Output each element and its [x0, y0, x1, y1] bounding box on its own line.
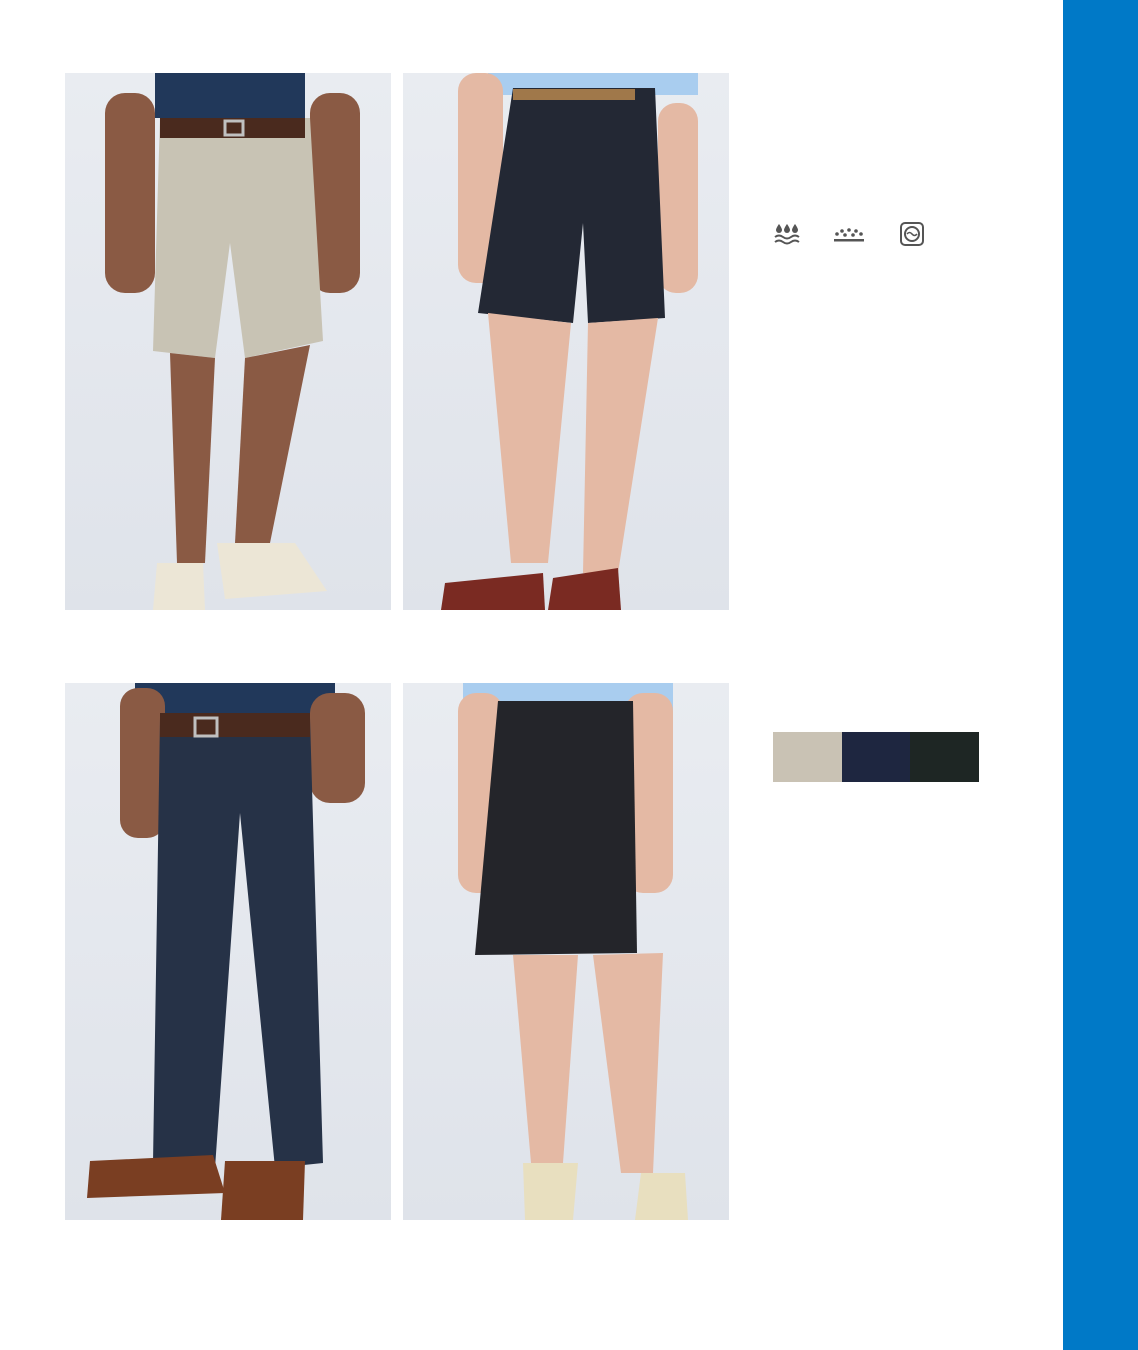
womens-black-skirt-photo: [403, 683, 729, 1220]
womens-navy-shorts-photo: [403, 73, 729, 610]
shorts: [478, 88, 665, 323]
left-shoe: [87, 1155, 225, 1198]
shirt: [155, 73, 305, 118]
mens-navy-pleated-pants-photo: [65, 683, 391, 1220]
right-leg: [593, 953, 663, 1173]
right-shoe: [221, 1161, 305, 1220]
left-shoe: [153, 563, 205, 610]
right-hand: [310, 693, 365, 803]
water-wash-icon: [773, 220, 801, 248]
right-flat: [635, 1173, 688, 1220]
left-leg: [488, 313, 571, 563]
belt: [160, 713, 310, 737]
left-leg: [513, 955, 578, 1163]
right-arm: [658, 103, 698, 293]
left-leg: [170, 353, 215, 563]
swatch-black[interactable]: [910, 732, 980, 782]
tumble-dry-icon: [898, 220, 926, 248]
right-leg: [583, 318, 658, 573]
left-flat: [523, 1163, 578, 1220]
dry-flat-icon: [833, 220, 865, 248]
pants: [153, 718, 323, 1168]
skirt: [475, 701, 637, 955]
brand-side-bar: [1063, 0, 1138, 1350]
left-arm: [120, 688, 165, 838]
right-shoe: [217, 543, 327, 599]
color-swatches: [773, 732, 980, 782]
leopard-belt: [513, 89, 635, 100]
mens-shorts-illustration: [105, 73, 360, 610]
right-leg: [235, 345, 310, 543]
swatch-navy[interactable]: [841, 732, 911, 782]
right-loafer: [548, 568, 621, 610]
swatch-khaki[interactable]: [773, 732, 842, 782]
shorts: [153, 118, 323, 358]
left-arm: [105, 93, 155, 293]
mens-khaki-shorts-photo: [65, 73, 391, 610]
left-loafer: [441, 573, 545, 610]
